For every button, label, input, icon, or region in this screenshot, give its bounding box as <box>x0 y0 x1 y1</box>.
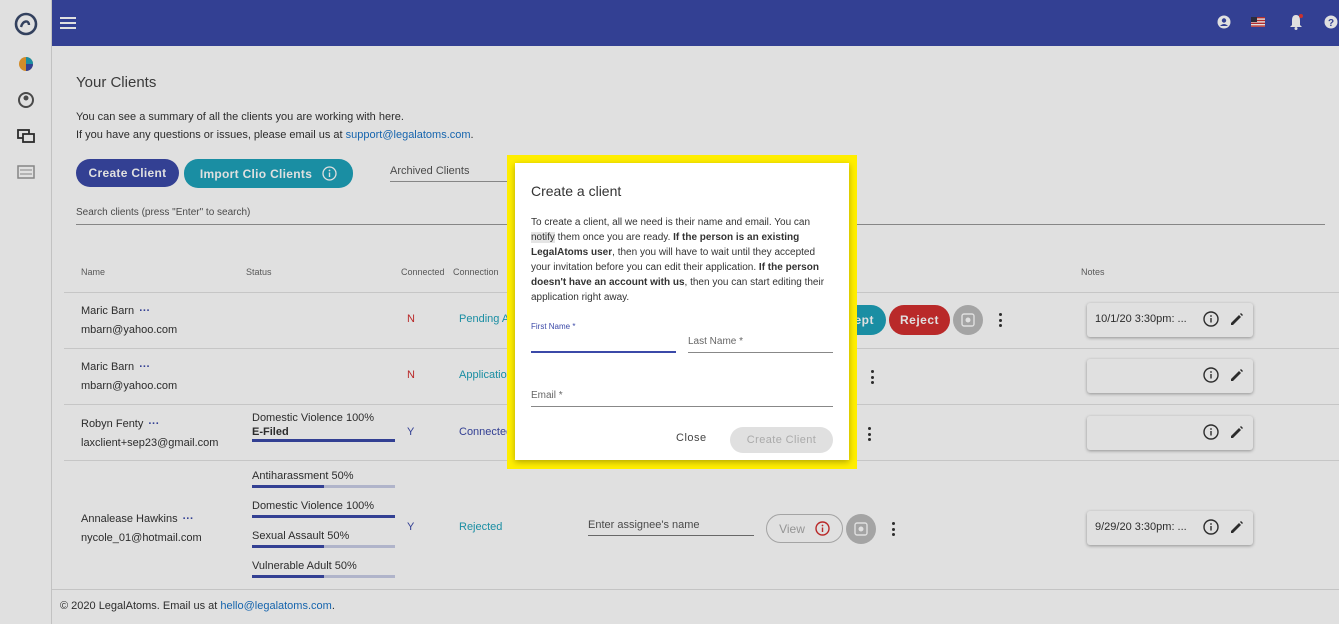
dialog-description: To create a client, all we need is their… <box>531 217 825 303</box>
first-name-label: First Name * <box>531 322 576 331</box>
email-field[interactable]: Email * <box>531 387 833 407</box>
last-name-field[interactable]: Last Name * <box>688 333 833 353</box>
dialog-title: Create a client <box>531 183 622 199</box>
close-button[interactable]: Close <box>676 432 707 444</box>
create-client-dialog: Create a client To create a client, all … <box>515 163 849 460</box>
first-name-field[interactable]: First Name * <box>531 321 676 353</box>
email-label: Email * <box>531 390 563 401</box>
last-name-label: Last Name * <box>688 336 744 347</box>
create-client-submit-button[interactable]: Create Client <box>730 427 833 453</box>
